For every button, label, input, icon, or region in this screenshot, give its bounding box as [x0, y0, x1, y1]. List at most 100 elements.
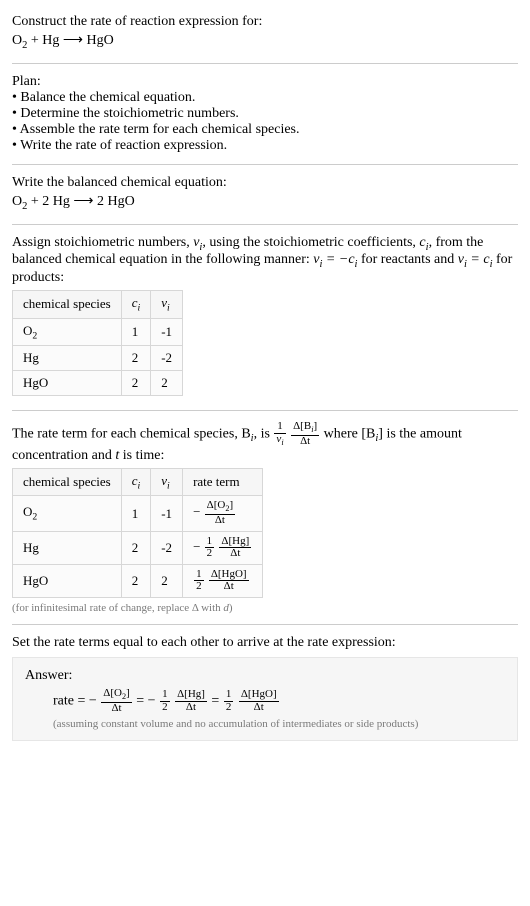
- frac-den: 2: [205, 548, 215, 560]
- table-row: O2 1 -1: [13, 318, 183, 346]
- text: for reactants and: [357, 252, 457, 267]
- cell-rate: − 12 Δ[Hg]Δt: [183, 531, 263, 564]
- balanced-heading: Write the balanced chemical equation:: [12, 175, 518, 191]
- frac-num: 1: [224, 689, 234, 702]
- text: where [B: [324, 427, 376, 442]
- frac-num: Δ[O2]: [205, 500, 235, 515]
- sign: −: [148, 693, 156, 708]
- equals: =: [136, 693, 147, 708]
- cell-nu: 2: [151, 564, 183, 597]
- plan-item: • Balance the chemical equation.: [12, 90, 518, 106]
- stoich-table: chemical species ci νi O2 1 -1 Hg 2 -2 H…: [12, 290, 183, 396]
- cell-species: HgO: [13, 371, 122, 396]
- equals: =: [211, 693, 222, 708]
- fraction: Δ[HgO]Δt: [209, 569, 249, 593]
- rate-expression: rate = − Δ[O2]Δt = − 12 Δ[Hg]Δt = 12 Δ[H…: [53, 688, 505, 714]
- table-row: Hg 2 -2 − 12 Δ[Hg]Δt: [13, 531, 263, 564]
- divider: [12, 410, 518, 411]
- fraction: 12: [224, 689, 234, 713]
- cell-c: 2: [121, 346, 151, 371]
- table-row: HgO 2 2 12 Δ[HgO]Δt: [13, 564, 263, 597]
- cell-nu: -1: [151, 496, 183, 531]
- cell-species: Hg: [13, 346, 122, 371]
- col-c: ci: [121, 468, 151, 496]
- c-symbol: ci: [419, 235, 428, 250]
- table-note: (for infinitesimal rate of change, repla…: [12, 602, 518, 614]
- frac-num: Δ[HgO]: [239, 689, 279, 702]
- col-nu: νi: [151, 291, 183, 319]
- col-nu: νi: [151, 468, 183, 496]
- cell-species: O2: [13, 318, 122, 346]
- plan-item: • Write the rate of reaction expression.: [12, 138, 518, 154]
- fraction: 12: [205, 536, 215, 560]
- plan-heading: Plan:: [12, 74, 518, 90]
- cell-species: HgO: [13, 564, 122, 597]
- fraction: Δ[HgO]Δt: [239, 689, 279, 713]
- stoich-section: Assign stoichiometric numbers, νi, using…: [12, 231, 518, 405]
- fraction: Δ[Bi]Δt: [291, 421, 319, 447]
- text: Assign stoichiometric numbers,: [12, 235, 193, 250]
- frac-den: Δt: [239, 702, 279, 714]
- frac-num: Δ[Hg]: [175, 689, 207, 702]
- cell-rate: − Δ[O2]Δt: [183, 496, 263, 531]
- divider: [12, 164, 518, 165]
- text: is time:: [119, 448, 164, 463]
- intro-equation: O2 + Hg ⟶ HgO: [12, 32, 518, 51]
- frac-den: Δt: [209, 581, 249, 593]
- fraction: 1νi: [274, 421, 285, 447]
- divider: [12, 63, 518, 64]
- frac-den: 2: [194, 581, 204, 593]
- sign: −: [193, 539, 200, 554]
- nu-symbol: νi: [193, 235, 202, 250]
- answer-label: Answer:: [25, 668, 505, 684]
- cell-nu: -1: [151, 318, 183, 346]
- cell-rate: 12 Δ[HgO]Δt: [183, 564, 263, 597]
- plan-item: • Determine the stoichiometric numbers.: [12, 106, 518, 122]
- intro-title: Construct the rate of reaction expressio…: [12, 14, 518, 30]
- arrow-icon: ⟶: [73, 193, 93, 210]
- stoich-text: Assign stoichiometric numbers, νi, using…: [12, 235, 518, 287]
- cell-nu: 2: [151, 371, 183, 396]
- cell-c: 2: [121, 564, 151, 597]
- fraction: Δ[O2]Δt: [205, 500, 235, 526]
- cell-nu: -2: [151, 531, 183, 564]
- frac-num: Δ[Bi]: [291, 421, 319, 436]
- frac-den: Δt: [175, 702, 207, 714]
- table-row: HgO 2 2: [13, 371, 183, 396]
- frac-den: 2: [160, 702, 170, 714]
- text: , is: [254, 427, 274, 442]
- plan-section: Plan: • Balance the chemical equation. •…: [12, 70, 518, 158]
- balanced-section: Write the balanced chemical equation: O2…: [12, 171, 518, 218]
- fraction: Δ[Hg]Δt: [219, 536, 251, 560]
- frac-num: 1: [160, 689, 170, 702]
- cell-c: 1: [121, 496, 151, 531]
- table-row: Hg 2 -2: [13, 346, 183, 371]
- frac-den: Δt: [219, 548, 251, 560]
- plan-item: • Assemble the rate term for each chemic…: [12, 122, 518, 138]
- fraction: 12: [160, 689, 170, 713]
- intro-section: Construct the rate of reaction expressio…: [12, 10, 518, 57]
- answer-box: Answer: rate = − Δ[O2]Δt = − 12 Δ[Hg]Δt …: [12, 657, 518, 741]
- rate-term-section: The rate term for each chemical species,…: [12, 417, 518, 618]
- text: , using the stoichiometric coefficients,: [202, 235, 419, 250]
- sign: −: [89, 693, 97, 708]
- frac-den: Δt: [101, 703, 131, 715]
- frac-den: Δt: [205, 515, 235, 527]
- table-row: O2 1 -1 − Δ[O2]Δt: [13, 496, 263, 531]
- cell-c: 2: [121, 531, 151, 564]
- fraction: Δ[Hg]Δt: [175, 689, 207, 713]
- divider: [12, 624, 518, 625]
- intro-equation-text: O2 + Hg ⟶ HgO: [12, 33, 114, 48]
- answer-note: (assuming constant volume and no accumul…: [53, 718, 505, 730]
- relation: νi = −ci: [313, 252, 357, 267]
- fraction: Δ[O2]Δt: [101, 688, 131, 714]
- balanced-equation-text: O2 + 2 Hg ⟶ 2 HgO: [12, 194, 135, 209]
- final-heading: Set the rate terms equal to each other t…: [12, 635, 518, 651]
- table-header-row: chemical species ci νi: [13, 291, 183, 319]
- sign: −: [193, 505, 200, 520]
- rate-table: chemical species ci νi rate term O2 1 -1…: [12, 468, 263, 598]
- frac-num: Δ[O2]: [101, 688, 131, 703]
- frac-den: Δt: [291, 436, 319, 448]
- final-section: Set the rate terms equal to each other t…: [12, 631, 518, 745]
- col-species: chemical species: [13, 291, 122, 319]
